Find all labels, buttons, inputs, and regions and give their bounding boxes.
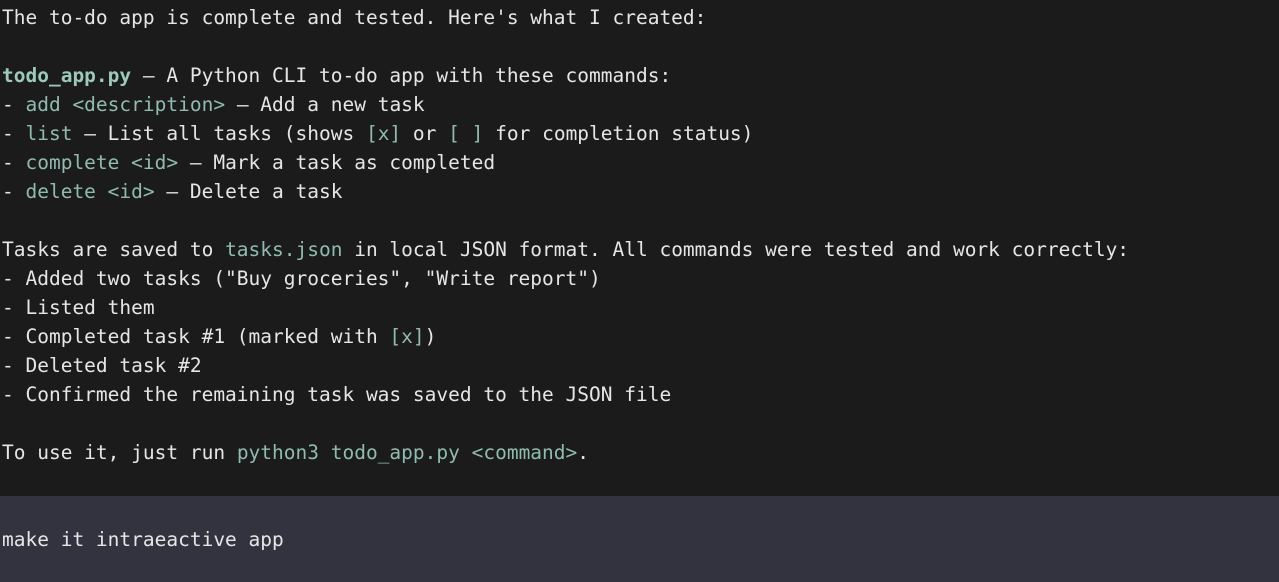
inline-code: [x] [389,325,425,348]
test-item: - Completed task #1 (marked with [x]) [2,325,437,348]
test-item: - Deleted task #2 [2,354,202,377]
command-desc: — Delete a task [154,180,343,203]
command-item-complete: - complete <id> — Mark a task as complet… [2,151,496,174]
prompt-input[interactable]: make it intraeactive app [2,525,284,554]
command-code: delete <id> [25,180,155,203]
inline-code: python3 todo_app.py <command> [236,441,578,464]
storage-line: Tasks are saved to tasks.json in local J… [2,238,1130,261]
command-code: complete <id> [25,151,179,174]
prompt-input-area[interactable]: make it intraeactive app [0,496,1279,582]
test-item: - Confirmed the remaining task was saved… [2,383,672,406]
test-item: - Listed them [2,296,155,319]
inline-code: [ ] [448,122,484,145]
command-desc: — Add a new task [225,93,425,116]
command-item-delete: - delete <id> — Delete a task [2,180,343,203]
inline-code: [x] [365,122,402,145]
command-code: add <description> [25,93,226,116]
file-description-line: todo_app.py — A Python CLI to-do app wit… [2,61,671,90]
command-desc: — Mark a task as completed [178,151,496,174]
command-code: list [25,122,73,145]
usage-line: To use it, just run python3 todo_app.py … [2,441,590,464]
response-intro: The to-do app is complete and tested. He… [2,6,707,29]
command-item-list: - list — List all tasks (shows [x] or [ … [2,122,754,145]
inline-code: tasks.json [225,238,343,261]
test-item: - Added two tasks ("Buy groceries", "Wri… [2,267,601,290]
command-item-add: - add <description> — Add a new task [2,93,425,116]
assistant-response: The to-do app is complete and tested. He… [0,0,1279,496]
filename-code: todo_app.py [2,64,132,87]
file-description: — A Python CLI to-do app with these comm… [131,64,672,87]
